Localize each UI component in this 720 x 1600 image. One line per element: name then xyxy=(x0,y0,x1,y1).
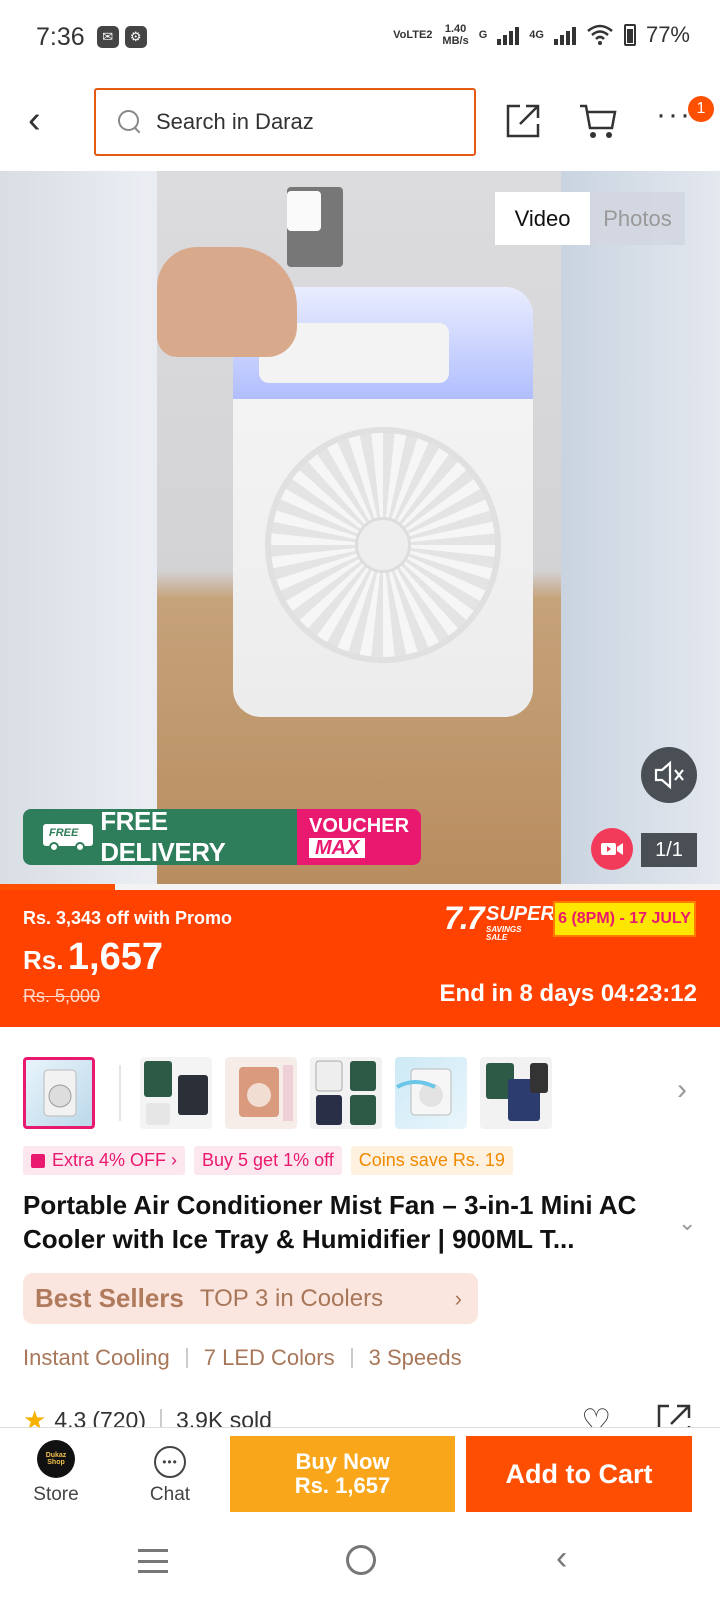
mute-button[interactable] xyxy=(641,747,697,803)
thumbnail-5[interactable] xyxy=(395,1057,467,1129)
more-options-icon[interactable]: ··· xyxy=(656,98,692,132)
chevron-right-icon[interactable]: › xyxy=(677,1075,687,1105)
action-bar: Dukaz Shop Store ••• Chat Buy Now Rs. 1,… xyxy=(0,1427,720,1523)
home-icon[interactable] xyxy=(346,1545,376,1575)
tab-video[interactable]: Video xyxy=(495,192,590,245)
thumbnail-3[interactable] xyxy=(225,1057,297,1129)
buy-now-button[interactable]: Buy Now Rs. 1,657 xyxy=(230,1436,455,1512)
product-video[interactable] xyxy=(157,171,561,884)
chat-icon: ••• xyxy=(154,1446,186,1478)
back-button[interactable]: ‹ xyxy=(28,100,68,140)
voucher-max-badge: VOUCHER MAX xyxy=(297,809,421,865)
system-nav-bar: ‹ xyxy=(0,1523,720,1600)
recent-apps-icon[interactable] xyxy=(138,1549,168,1573)
add-to-cart-button[interactable]: Add to Cart xyxy=(466,1436,692,1512)
network-speed: 1.40 MB/s xyxy=(442,23,469,47)
search-placeholder: Search in Daraz xyxy=(156,109,314,134)
store-button[interactable]: Dukaz Shop Store xyxy=(28,1440,84,1516)
cart-icon[interactable] xyxy=(578,102,618,140)
header: ‹ Search in Daraz ··· 1 xyxy=(0,88,720,156)
battery-percent: 77% xyxy=(645,22,690,47)
thumbnail-strip: › xyxy=(23,1057,713,1129)
search-input[interactable]: Search in Daraz xyxy=(94,88,476,156)
thumbnail-2[interactable] xyxy=(140,1057,212,1129)
promo-tags: Extra 4% OFF › Buy 5 get 1% off Coins sa… xyxy=(23,1146,513,1175)
feature-highlights: Instant Cooling 7 LED Colors 3 Speeds xyxy=(23,1345,462,1371)
free-delivery-badge: FREE FREE DELIVERY xyxy=(23,809,297,865)
coins-tag[interactable]: Coins save Rs. 19 xyxy=(350,1146,513,1175)
tab-photos[interactable]: Photos xyxy=(590,192,685,245)
super-sale-logo: 7.7 SUPER SAVINGS SALE xyxy=(444,900,555,942)
bulk-discount-tag[interactable]: Buy 5 get 1% off xyxy=(194,1146,342,1175)
battery-icon xyxy=(623,24,636,46)
video-camera-icon xyxy=(591,828,633,870)
status-bar: 7:36 ✉ ⚙ VoLTE2 1.40 MB/s G 4G 77% xyxy=(36,22,690,51)
discount-icon xyxy=(31,1153,45,1168)
sale-countdown: End in 8 days 04:23:12 xyxy=(439,980,697,1007)
volte-indicator: VoLTE2 xyxy=(393,29,433,41)
status-time: 7:36 xyxy=(36,22,85,51)
volume-muted-icon xyxy=(654,760,684,790)
feature-item: 7 LED Colors xyxy=(203,1345,335,1370)
wifi-icon xyxy=(587,24,613,45)
chat-button[interactable]: ••• Chat xyxy=(140,1440,200,1516)
thumbnail-6[interactable] xyxy=(480,1057,552,1129)
bestseller-badge[interactable]: Best Sellers TOP 3 in Coolers › xyxy=(23,1273,478,1324)
media-toggle: Video Photos xyxy=(495,192,685,245)
share-icon[interactable] xyxy=(504,102,542,140)
extra-off-tag[interactable]: Extra 4% OFF › xyxy=(23,1146,186,1175)
notification-badge: 1 xyxy=(688,96,714,122)
sale-dates: 6 (8PM) - 17 JULY xyxy=(553,901,696,937)
hand-image xyxy=(157,247,297,357)
truck-icon: FREE xyxy=(35,822,93,852)
product-media-gallery[interactable]: Video Photos 1/1 FREE FREE DELIVERY VOUC… xyxy=(0,171,720,884)
thumbnail-1[interactable] xyxy=(23,1057,95,1129)
promo-banner[interactable]: FREE FREE DELIVERY VOUCHER MAX xyxy=(23,809,421,865)
signal-icon-2 xyxy=(553,25,576,45)
bestseller-rank: TOP 3 in Coolers xyxy=(199,1284,384,1312)
chevron-right-icon: › xyxy=(454,1285,462,1311)
price-bar: Rs. 3,343 off with Promo Rs. 1,657 Rs. 5… xyxy=(0,890,720,1027)
signal-icon xyxy=(497,25,520,45)
feature-item: Instant Cooling xyxy=(23,1345,170,1370)
chevron-down-icon[interactable]: ⌄ xyxy=(678,1210,696,1236)
search-icon xyxy=(118,110,142,134)
system-back-icon[interactable]: ‹ xyxy=(556,1541,567,1575)
thumbnail-4[interactable] xyxy=(310,1057,382,1129)
feature-item: 3 Speeds xyxy=(368,1345,462,1370)
current-price: Rs. 1,657 xyxy=(23,936,164,978)
settings-notification-icon: ⚙ xyxy=(124,26,147,48)
product-title: Portable Air Conditioner Mist Fan – 3-in… xyxy=(23,1190,637,1254)
original-price: Rs. 5,000 xyxy=(23,986,101,1006)
bestseller-label: Best Sellers xyxy=(35,1283,184,1313)
store-logo: Dukaz Shop xyxy=(37,1440,75,1478)
promo-discount-text: Rs. 3,343 off with Promo xyxy=(23,908,233,928)
mail-notification-icon: ✉ xyxy=(96,26,119,48)
media-counter: 1/1 xyxy=(641,833,697,867)
